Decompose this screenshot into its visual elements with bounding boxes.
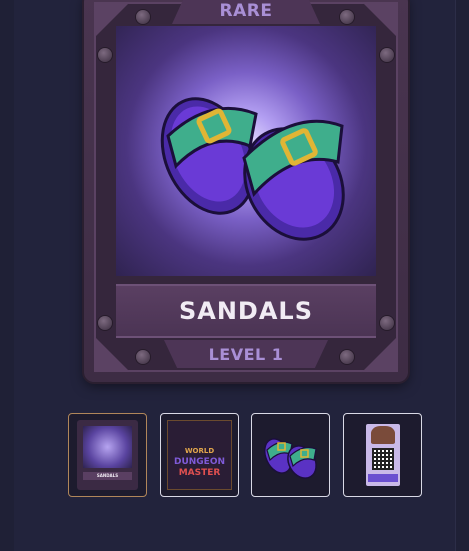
logo-word-1: WORLD: [184, 447, 215, 455]
rivet-icon: [136, 10, 150, 24]
thumbnail-card-front[interactable]: SANDALS: [68, 413, 147, 497]
ribbon-icon: [368, 474, 398, 482]
card-preview: SANDALS: [77, 420, 138, 490]
thumbnail-game-poster[interactable]: WORLD DUNGEON MASTER: [160, 413, 239, 497]
rivet-icon: [380, 48, 394, 62]
item-card: RARE SANDALS LEVEL 1: [84, 0, 408, 382]
rarity-banner: RARE: [172, 0, 320, 24]
item-artwork: [116, 26, 376, 276]
artwork-preview: [83, 426, 132, 468]
rivet-icon: [136, 350, 150, 364]
game-logo-preview: WORLD DUNGEON MASTER: [167, 420, 232, 490]
character-icon: [371, 426, 395, 444]
thumbnail-label: SANDALS: [96, 473, 119, 478]
thumbnail-sandals-art[interactable]: [251, 413, 330, 497]
item-detail-panel: RARE SANDALS LEVEL 1 SANDALS WORLD DUNGE…: [14, 0, 456, 551]
thumbnail-qr-poster[interactable]: [343, 413, 422, 497]
item-level: LEVEL 1: [208, 344, 284, 364]
rivet-icon: [340, 350, 354, 364]
rivet-icon: [98, 48, 112, 62]
qr-code-icon: [372, 448, 394, 470]
rivet-icon: [380, 316, 394, 330]
qr-poster-preview: [366, 424, 400, 486]
rivet-icon: [98, 316, 112, 330]
sandals-icon: [160, 97, 345, 241]
item-name-banner: SANDALS: [116, 284, 376, 338]
sandals-icon: [263, 438, 317, 479]
thumbnail-strip: SANDALS WORLD DUNGEON MASTER: [68, 413, 426, 499]
rivet-icon: [340, 10, 354, 24]
rarity-label: RARE: [219, 1, 273, 21]
level-banner: LEVEL 1: [164, 340, 328, 368]
logo-word-3: MASTER: [178, 468, 221, 478]
logo-word-2: DUNGEON: [173, 457, 226, 467]
item-name: SANDALS: [178, 297, 314, 325]
